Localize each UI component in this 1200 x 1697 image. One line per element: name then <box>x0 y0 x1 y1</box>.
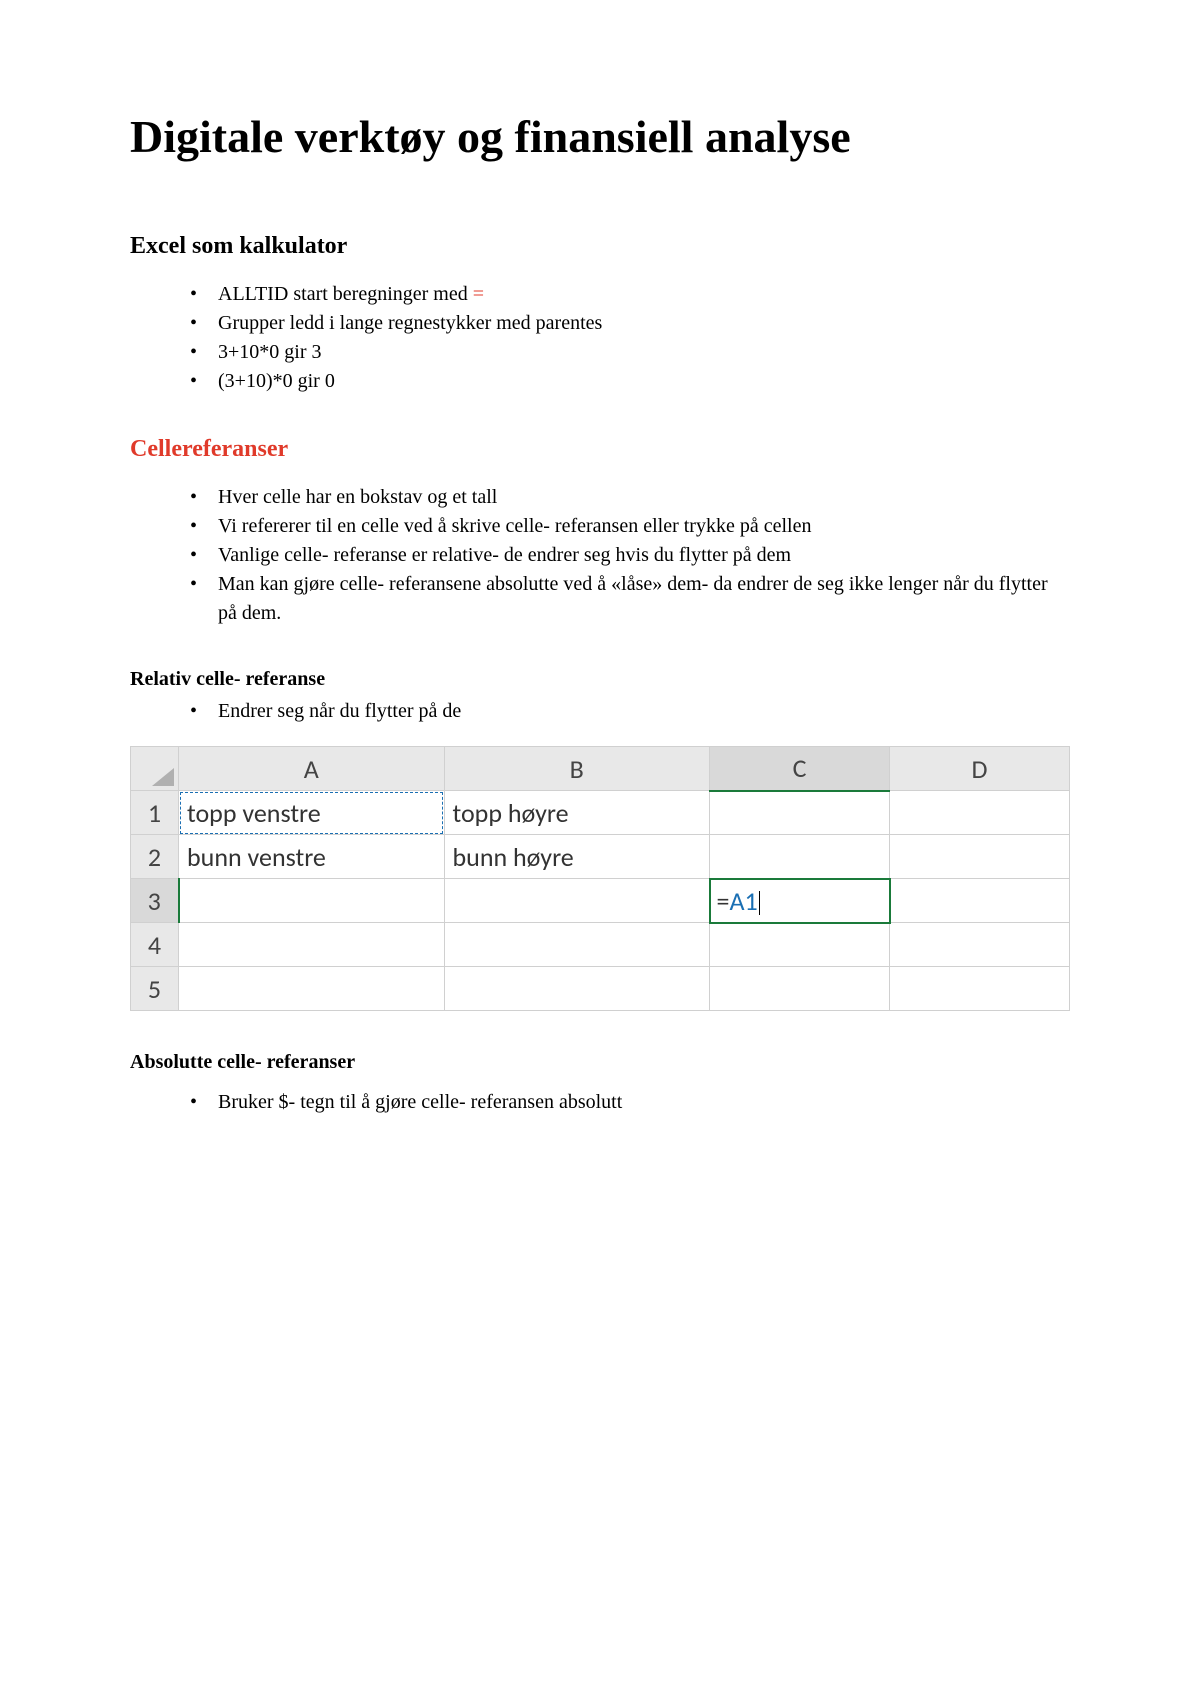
relative-heading: Relativ celle- referanse <box>130 668 1070 691</box>
cell-D1[interactable] <box>890 791 1070 835</box>
list-item: Vanlige celle- referanse er relative- de… <box>190 541 1070 570</box>
list-item: 3+10*0 gir 3 <box>190 338 1070 367</box>
cell-A4[interactable] <box>179 923 445 967</box>
absolute-list: Bruker $- tegn til å gjøre celle- refera… <box>190 1088 1070 1117</box>
cell-A1[interactable]: topp venstre <box>179 791 445 835</box>
list-item: Bruker $- tegn til å gjøre celle- refera… <box>190 1088 1070 1117</box>
cell-A2[interactable]: bunn venstre <box>179 835 445 879</box>
cell-D2[interactable] <box>890 835 1070 879</box>
cell-B4[interactable] <box>444 923 710 967</box>
cell-A5[interactable] <box>179 967 445 1011</box>
cell-B3[interactable] <box>444 879 710 923</box>
cell-C3-formula[interactable]: =A1 <box>710 879 890 923</box>
list-item: Grupper ledd i lange regnestykker med pa… <box>190 309 1070 338</box>
section2-heading: Cellereferanser <box>130 436 1070 463</box>
row-header-3[interactable]: 3 <box>131 879 179 923</box>
col-header-B[interactable]: B <box>444 747 710 791</box>
excel-grid: A B C D 1 topp venstre topp høyre 2 bunn… <box>130 746 1070 1011</box>
cell-D5[interactable] <box>890 967 1070 1011</box>
cell-D4[interactable] <box>890 923 1070 967</box>
col-header-D[interactable]: D <box>890 747 1070 791</box>
page-title: Digitale verktøy og finansiell analyse <box>130 110 1070 163</box>
section2-list: Hver celle har en bokstav og et tall Vi … <box>190 483 1070 628</box>
col-header-A[interactable]: A <box>179 747 445 791</box>
row-header-2[interactable]: 2 <box>131 835 179 879</box>
row-header-4[interactable]: 4 <box>131 923 179 967</box>
row-header-5[interactable]: 5 <box>131 967 179 1011</box>
list-item: Man kan gjøre celle- referansene absolut… <box>190 570 1070 628</box>
section1-heading: Excel som kalkulator <box>130 233 1070 260</box>
list-item: Hver celle har en bokstav og et tall <box>190 483 1070 512</box>
cell-B2[interactable]: bunn høyre <box>444 835 710 879</box>
cell-D3[interactable] <box>890 879 1070 923</box>
cell-B1[interactable]: topp høyre <box>444 791 710 835</box>
section1-list: ALLTID start beregninger med = Grupper l… <box>190 280 1070 396</box>
relative-list: Endrer seg når du flytter på de <box>190 697 1070 726</box>
select-all-corner[interactable] <box>131 747 179 791</box>
list-item: ALLTID start beregninger med = <box>190 280 1070 309</box>
cell-A3[interactable] <box>179 879 445 923</box>
absolute-heading: Absolutte celle- referanser <box>130 1051 1070 1074</box>
row-header-1[interactable]: 1 <box>131 791 179 835</box>
cell-C4[interactable] <box>710 923 890 967</box>
cell-C5[interactable] <box>710 967 890 1011</box>
cell-C2[interactable] <box>710 835 890 879</box>
list-item: Endrer seg når du flytter på de <box>190 697 1070 726</box>
cell-C1[interactable] <box>710 791 890 835</box>
list-item: (3+10)*0 gir 0 <box>190 367 1070 396</box>
equals-sign: = <box>473 283 484 305</box>
col-header-C[interactable]: C <box>710 747 890 791</box>
cell-B5[interactable] <box>444 967 710 1011</box>
list-item: Vi refererer til en celle ved å skrive c… <box>190 512 1070 541</box>
formula-ref: A1 <box>729 885 757 917</box>
text-cursor <box>759 891 760 915</box>
